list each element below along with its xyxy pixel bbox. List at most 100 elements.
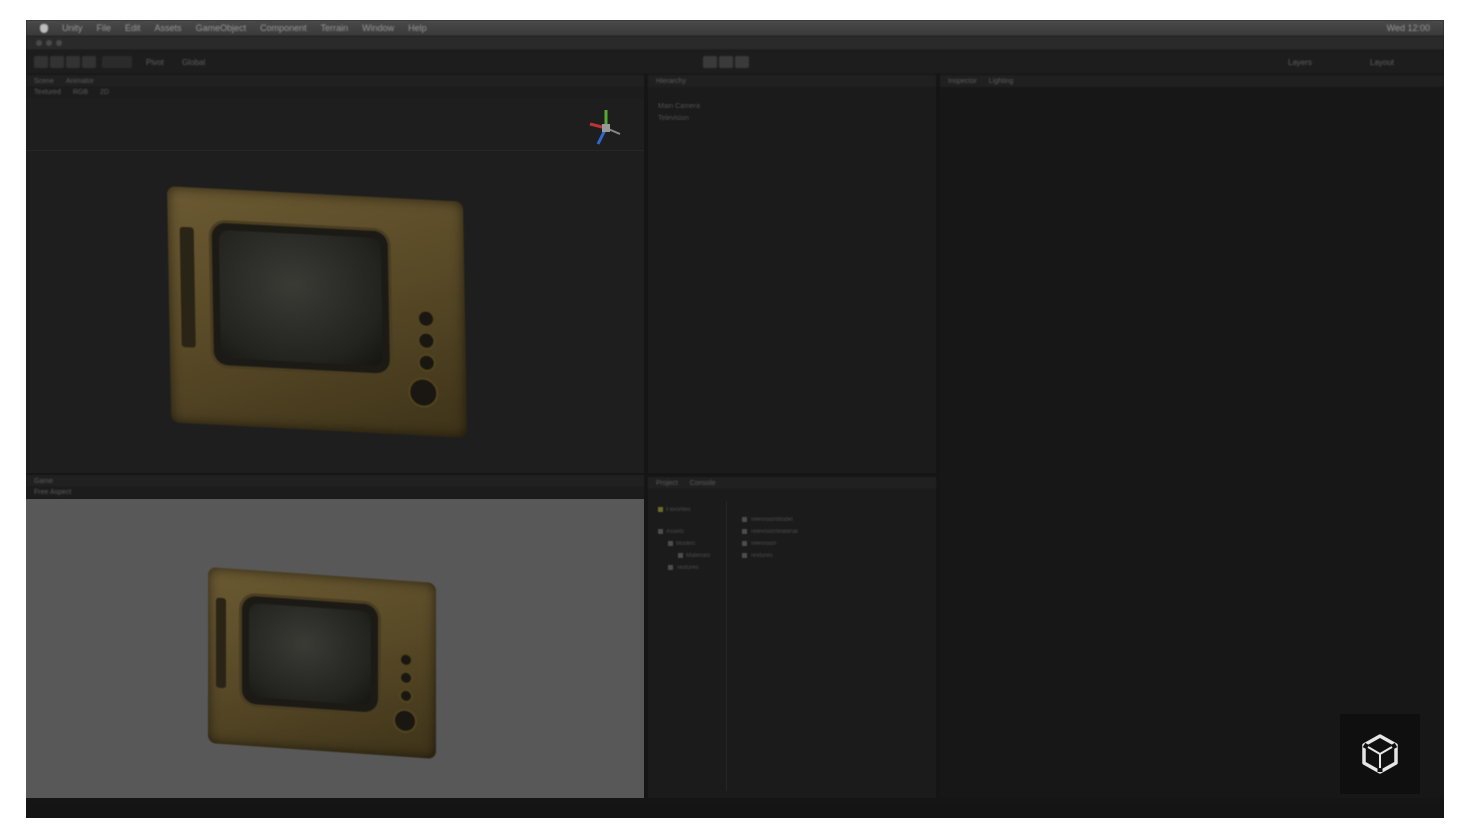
pause-button[interactable]	[719, 56, 733, 68]
project-divider	[726, 501, 727, 791]
menu-item-window[interactable]: Window	[362, 23, 394, 33]
pivot-toggle[interactable]: Pivot	[146, 58, 164, 67]
unity-logo-icon	[1340, 714, 1420, 794]
menu-clock: Wed 12:00	[1386, 23, 1430, 33]
draw-mode-dropdown[interactable]: Textured	[34, 89, 61, 96]
tv-knob	[419, 333, 434, 349]
scene-panel: Scene Animator Textured RGB 2D	[26, 75, 644, 473]
menu-item-file[interactable]: File	[97, 23, 112, 33]
project-panel: Project Console Favorites Assets Models …	[648, 477, 936, 798]
tv-knob	[401, 672, 411, 684]
inspector-panel: Inspector Lighting	[940, 75, 1444, 798]
tv-knob	[401, 690, 411, 702]
close-window-icon[interactable]	[36, 40, 42, 46]
project-file[interactable]: Television	[742, 541, 776, 547]
hand-tool-button[interactable]	[34, 56, 48, 68]
aspect-dropdown[interactable]: Free Aspect	[34, 489, 71, 496]
step-button[interactable]	[735, 56, 749, 68]
hierarchy-item[interactable]: Main Camera	[658, 101, 700, 113]
hierarchy-list: Main Camera Television	[658, 101, 700, 125]
project-panel-tabs: Project Console	[648, 477, 936, 489]
tv-bezel	[211, 222, 391, 374]
global-toggle[interactable]: Global	[182, 58, 205, 67]
tv-bezel	[242, 595, 378, 713]
tree-label: Materials	[686, 553, 711, 560]
project-file[interactable]: TelevisionModel	[742, 517, 793, 523]
zoom-window-icon[interactable]	[56, 40, 62, 46]
2d-toggle[interactable]: 2D	[100, 89, 109, 96]
project-file[interactable]: Textures	[742, 553, 773, 559]
project-tree-item[interactable]: Textures	[668, 565, 699, 571]
tab-game[interactable]: Game	[34, 478, 53, 485]
editor-video-frame: Unity File Edit Assets GameObject Compon…	[26, 20, 1444, 818]
project-file[interactable]: TelevisionMaterial	[742, 529, 798, 535]
unity-cube-icon	[1362, 734, 1398, 774]
play-button[interactable]	[703, 56, 717, 68]
television-model-scene[interactable]	[166, 186, 468, 438]
menu-bar: Unity File Edit Assets GameObject Compon…	[26, 20, 1444, 36]
menu-status-area: Wed 12:00	[1387, 23, 1444, 33]
layout-dropdown[interactable]: Layout	[1370, 58, 1394, 67]
axis-gizmo-icon[interactable]	[586, 104, 626, 152]
tv-speaker-grille	[179, 226, 196, 348]
menu-item-gameobject[interactable]: GameObject	[196, 23, 247, 33]
window-controls	[36, 40, 62, 46]
prefab-icon	[742, 541, 747, 546]
tab-hierarchy[interactable]: Hierarchy	[656, 78, 686, 85]
tv-knob	[418, 311, 434, 327]
tv-knob	[419, 355, 434, 371]
tv-dial	[395, 710, 415, 732]
game-viewport[interactable]	[26, 499, 644, 798]
tab-animator[interactable]: Animator	[66, 78, 94, 85]
project-tree-item[interactable]: Favorites	[658, 507, 691, 513]
tv-screen	[249, 602, 371, 706]
hierarchy-item[interactable]: Television	[658, 113, 700, 125]
menu-item-terrain[interactable]: Terrain	[321, 23, 349, 33]
game-view-options: Free Aspect	[26, 487, 644, 498]
tab-project[interactable]: Project	[656, 480, 678, 487]
menu-item-help[interactable]: Help	[408, 23, 427, 33]
minimize-window-icon[interactable]	[46, 40, 52, 46]
file-label: TelevisionModel	[750, 517, 793, 524]
menu-item-assets[interactable]: Assets	[155, 23, 182, 33]
layers-dropdown[interactable]: Layers	[1288, 58, 1312, 67]
project-tree-item[interactable]: Materials	[678, 553, 710, 559]
scale-tool-button[interactable]	[82, 56, 96, 68]
tree-label: Models	[676, 541, 696, 548]
menu-item-edit[interactable]: Edit	[125, 23, 141, 33]
tree-label: Assets	[666, 529, 685, 536]
project-tree-item[interactable]: Models	[668, 541, 695, 547]
render-mode-dropdown[interactable]: RGB	[73, 89, 88, 96]
file-label: TelevisionMaterial	[750, 529, 798, 536]
menu-item-component[interactable]: Component	[260, 23, 307, 33]
tab-lighting[interactable]: Lighting	[989, 78, 1014, 85]
folder-icon	[678, 553, 683, 558]
rect-tool-button[interactable]	[102, 56, 132, 68]
folder-icon	[668, 541, 673, 546]
file-label: Television	[750, 541, 777, 548]
game-panel-tabs: Game	[26, 475, 644, 487]
status-bar	[26, 802, 1444, 818]
scene-viewport[interactable]	[26, 98, 644, 473]
move-tool-button[interactable]	[50, 56, 64, 68]
tree-label: Textures	[676, 565, 699, 572]
project-tree-item[interactable]: Assets	[658, 529, 684, 535]
tab-inspector[interactable]: Inspector	[948, 78, 977, 85]
tab-console[interactable]: Console	[690, 480, 716, 487]
star-icon	[658, 507, 663, 512]
scene-panel-tabs: Scene Animator	[26, 75, 644, 87]
file-label: Textures	[750, 553, 773, 560]
scene-grid-line	[26, 150, 644, 151]
menu-item-unity[interactable]: Unity	[62, 23, 83, 33]
unity-toolbar: Pivot Global Layers Layout	[26, 50, 1444, 74]
television-model-game	[208, 567, 436, 759]
tab-scene[interactable]: Scene	[34, 78, 54, 85]
model-icon	[742, 517, 747, 522]
material-icon	[742, 529, 747, 534]
inspector-panel-tabs: Inspector Lighting	[940, 75, 1444, 87]
folder-icon	[742, 553, 747, 558]
folder-icon	[668, 565, 673, 570]
apple-icon[interactable]	[40, 23, 48, 33]
game-panel: Game Free Aspect	[26, 475, 644, 798]
rotate-tool-button[interactable]	[66, 56, 80, 68]
